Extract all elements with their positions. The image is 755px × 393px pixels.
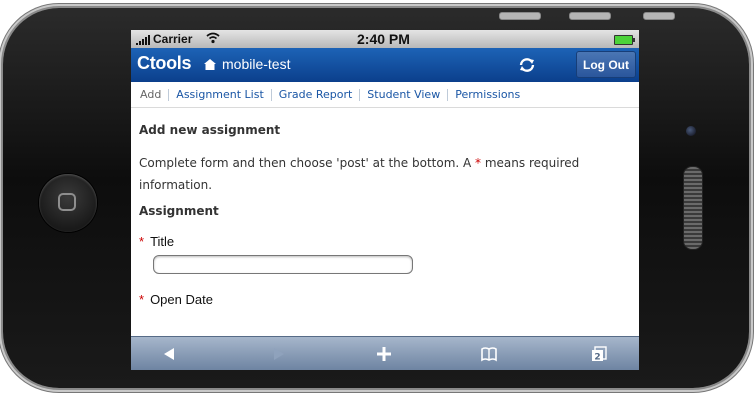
open-date-label: * Open Date: [139, 292, 631, 307]
battery-icon: [614, 35, 635, 45]
tool-tabs: Add Assignment List Grade Report Student…: [131, 82, 639, 108]
tab-assignment-list[interactable]: Assignment List: [168, 88, 271, 101]
volume-button: [499, 12, 541, 20]
forward-arrow-icon: [274, 348, 284, 360]
required-marker: *: [139, 234, 145, 249]
home-square-icon: [58, 193, 76, 211]
app-logo[interactable]: Ctools: [137, 53, 192, 74]
section-heading: Assignment: [139, 204, 219, 218]
camera-icon: [686, 126, 696, 136]
speaker-grille: [683, 166, 703, 250]
volume-button: [569, 12, 611, 20]
required-marker: *: [139, 292, 145, 307]
title-label: * Title: [139, 234, 631, 249]
tab-permissions[interactable]: Permissions: [447, 88, 527, 101]
home-button[interactable]: [39, 174, 97, 232]
instructions-part: Complete form and then choose 'post' at …: [139, 156, 476, 170]
clock: 2:40 PM: [357, 31, 410, 47]
carrier-label: Carrier: [153, 32, 193, 46]
plus-icon[interactable]: [376, 346, 392, 362]
app-header: Ctools mobile-test Log Out: [131, 48, 639, 82]
page-title: Add new assignment: [139, 123, 281, 137]
tab-grade-report[interactable]: Grade Report: [270, 88, 360, 101]
instructions-text: Complete form and then choose 'post' at …: [139, 152, 619, 196]
signal-icon: [136, 35, 150, 45]
home-icon[interactable]: [204, 59, 216, 70]
tab-student-view[interactable]: Student View: [359, 88, 447, 101]
wifi-icon: [206, 32, 220, 44]
phone-screen: Carrier 2:40 PM Ctools mobile-test Log O…: [131, 30, 639, 370]
back-arrow-icon[interactable]: [161, 346, 177, 362]
logout-button[interactable]: Log Out: [576, 51, 636, 78]
safari-toolbar: 2: [131, 336, 639, 370]
title-input[interactable]: [153, 255, 413, 274]
status-bar: Carrier 2:40 PM: [131, 30, 639, 48]
bookmarks-icon[interactable]: [481, 346, 497, 362]
sleep-button: [643, 12, 675, 20]
tab-add[interactable]: Add: [140, 88, 168, 101]
pages-count: 2: [594, 353, 600, 363]
site-name[interactable]: mobile-test: [222, 56, 290, 72]
form-content: Add new assignment Complete form and the…: [131, 123, 639, 307]
open-date-label-text: Open Date: [150, 292, 213, 307]
pages-icon[interactable]: 2: [591, 346, 607, 362]
title-label-text: Title: [150, 234, 175, 249]
refresh-icon[interactable]: [518, 56, 536, 74]
